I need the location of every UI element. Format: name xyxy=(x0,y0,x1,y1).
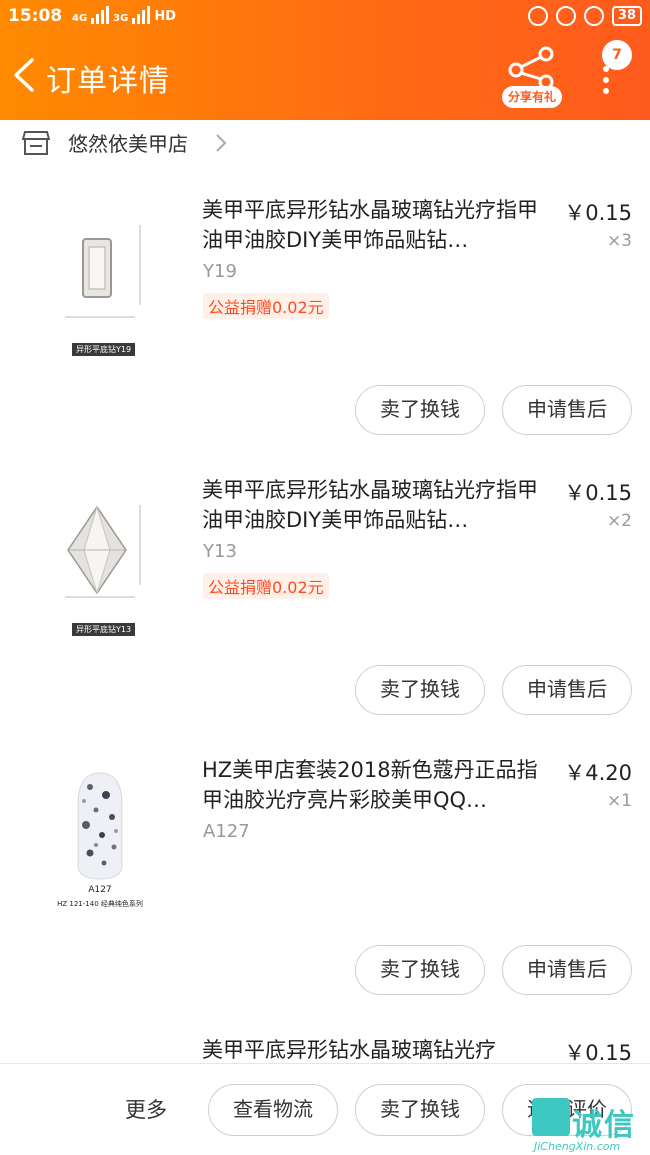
more-menu-icon[interactable] xyxy=(596,66,618,94)
product-quantity: ×3 xyxy=(606,231,632,251)
product-sku: Y13 xyxy=(203,541,237,562)
product-title[interactable]: 美甲平底异形钻水晶玻璃钻光疗指甲油甲油胶DIY美甲饰品贴钻… xyxy=(202,195,552,255)
page-title: 订单详情 xyxy=(46,64,170,99)
watermark-text: 诚信 xyxy=(572,1108,636,1143)
product-image[interactable]: 异形平底钻Y19 xyxy=(50,195,180,356)
order-item[interactable]: 异形平底钻Y19 美甲平底异形钻水晶玻璃钻光疗指甲油甲油胶DIY美甲饰品贴钻… … xyxy=(0,185,650,465)
sell-button[interactable]: 卖了换钱 xyxy=(355,665,485,715)
product-quantity: ×1 xyxy=(606,791,632,811)
thumb-caption: 异形平底钻Y13 xyxy=(72,623,136,636)
product-price: ￥0.15 xyxy=(564,481,632,505)
rhombus-rhinestone-image xyxy=(65,505,141,598)
status-bar: 15:08 4G 3G HD 38 xyxy=(0,0,650,34)
signal-icon-2 xyxy=(132,6,151,24)
message-count-badge[interactable]: 7 xyxy=(602,40,632,70)
signal-icon xyxy=(91,6,110,24)
sell-button[interactable]: 卖了换钱 xyxy=(355,945,485,995)
product-price: ￥0.15 xyxy=(564,201,632,225)
thumb-caption: A127 xyxy=(88,885,112,895)
order-item[interactable]: 异形平底钻Y13 美甲平底异形钻水晶玻璃钻光疗指甲油甲油胶DIY美甲饰品贴钻… … xyxy=(0,465,650,745)
product-image[interactable]: A127 HZ 121-140 经典纯色系列 xyxy=(50,755,180,915)
thumb-caption-series: HZ 121-140 经典纯色系列 xyxy=(57,900,143,908)
status-time: 15:08 xyxy=(8,6,63,26)
network-indicators: 4G 3G HD xyxy=(72,6,176,24)
view-logistics-button[interactable]: 查看物流 xyxy=(208,1084,338,1136)
thumb-caption: 异形平底钻Y19 xyxy=(72,343,136,356)
product-title[interactable]: 美甲平底异形钻水晶玻璃钻光疗指甲油甲油胶DIY美甲饰品贴钻… xyxy=(202,475,552,535)
sell-button[interactable]: 卖了换钱 xyxy=(355,1084,485,1136)
app-header: 15:08 4G 3G HD 38 订单详情 分享有礼 7 xyxy=(0,0,650,120)
order-item[interactable]: A127 HZ 121-140 经典纯色系列 HZ美甲店套装2018新色蔻丹正品… xyxy=(0,745,650,1025)
watermark-url: JiChengXin.com xyxy=(534,1140,621,1153)
product-sku: A127 xyxy=(203,821,250,842)
status-right: 38 xyxy=(527,6,642,26)
product-sku: Y19 xyxy=(203,261,237,282)
after-sale-button[interactable]: 申请售后 xyxy=(502,385,632,435)
donation-badge: 公益捐赠0.02元 xyxy=(203,293,329,319)
product-price: ￥0.15 xyxy=(564,1041,632,1065)
store-name[interactable]: 悠然依美甲店 xyxy=(68,128,188,157)
product-price: ￥4.20 xyxy=(564,761,632,785)
battery-icon: 38 xyxy=(611,6,642,26)
watermark-icon xyxy=(532,1098,570,1136)
product-image[interactable]: 异形平底钻Y13 xyxy=(50,475,180,636)
order-item[interactable]: 美甲平底异形钻水晶玻璃钻光疗 ￥0.15 xyxy=(0,1025,650,1065)
hd-label: HD xyxy=(154,9,177,24)
store-row[interactable]: 悠然依美甲店 xyxy=(0,120,650,166)
product-title[interactable]: HZ美甲店套装2018新色蔻丹正品指甲油胶光疗亮片彩胶美甲QQ… xyxy=(202,755,552,815)
chevron-right-icon xyxy=(216,134,227,152)
watermark-logo: 诚信 JiChengXin.com xyxy=(532,1098,650,1155)
alarm-icon xyxy=(583,6,604,26)
store-icon xyxy=(22,131,50,155)
mute-icon xyxy=(527,6,548,26)
more-actions-link[interactable]: 更多 xyxy=(125,1094,167,1124)
donation-badge: 公益捐赠0.02元 xyxy=(203,573,329,599)
after-sale-button[interactable]: 申请售后 xyxy=(502,665,632,715)
after-sale-button[interactable]: 申请售后 xyxy=(502,945,632,995)
back-arrow-icon[interactable] xyxy=(12,58,38,92)
sell-button[interactable]: 卖了换钱 xyxy=(355,385,485,435)
product-title[interactable]: 美甲平底异形钻水晶玻璃钻光疗 xyxy=(202,1035,552,1065)
product-quantity: ×2 xyxy=(606,511,632,531)
network-4g-label: 4G xyxy=(72,13,88,24)
rectangle-rhinestone-image xyxy=(65,225,141,318)
network-3g-label: 3G xyxy=(113,13,129,24)
share-reward-label[interactable]: 分享有礼 xyxy=(502,86,562,108)
lock-icon xyxy=(555,6,576,26)
